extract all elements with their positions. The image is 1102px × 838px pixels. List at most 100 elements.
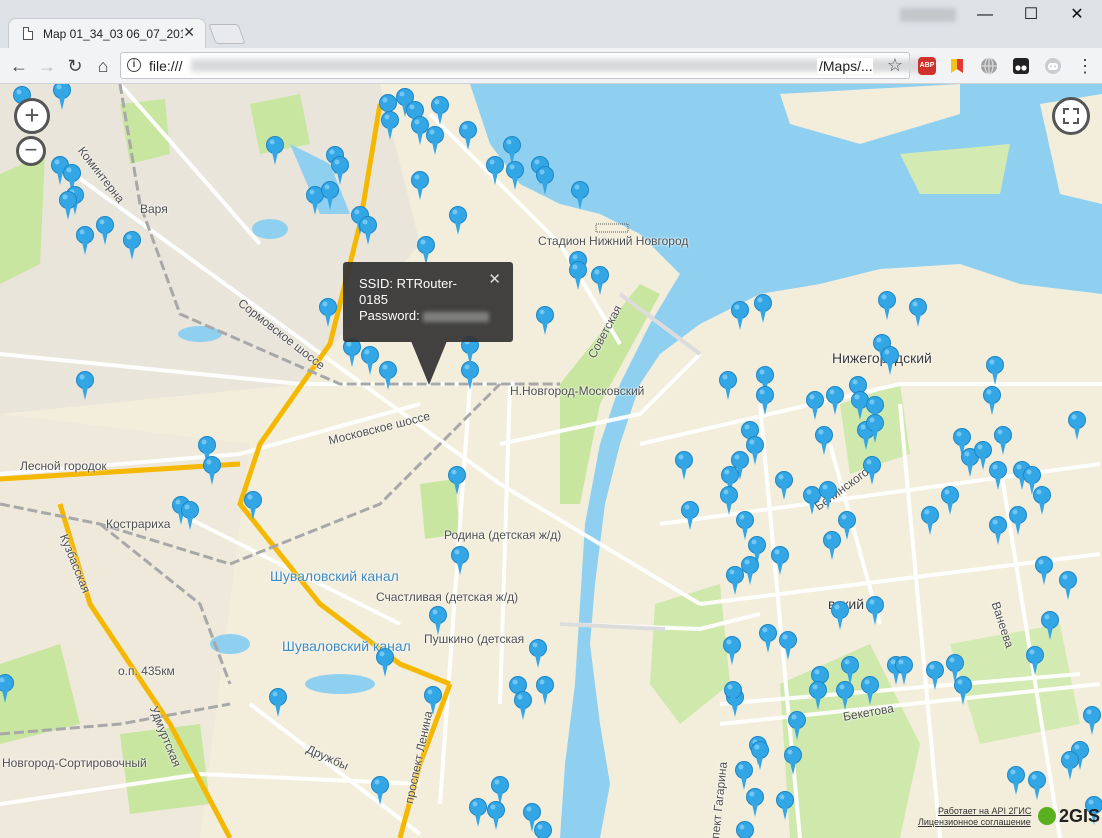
wifi-marker-pin-icon[interactable] xyxy=(986,356,1004,386)
wifi-marker-pin-icon[interactable] xyxy=(449,206,467,236)
wifi-marker-pin-icon[interactable] xyxy=(779,631,797,661)
wifi-marker-pin-icon[interactable] xyxy=(123,231,141,261)
wifi-marker-pin-icon[interactable] xyxy=(76,226,94,256)
info-icon[interactable]: i xyxy=(127,58,141,72)
map-canvas[interactable]: Коминтерна Варя Стадион Нижний Новгород … xyxy=(0,84,1102,838)
wifi-marker-pin-icon[interactable] xyxy=(1035,556,1053,586)
wifi-marker-pin-icon[interactable] xyxy=(411,171,429,201)
wifi-marker-pin-icon[interactable] xyxy=(806,391,824,421)
wifi-marker-pin-icon[interactable] xyxy=(989,461,1007,491)
wifi-marker-pin-icon[interactable] xyxy=(529,639,547,669)
wifi-marker-pin-icon[interactable] xyxy=(321,181,339,211)
attribution-api-link[interactable]: Работает на API 2ГИС xyxy=(938,806,1031,816)
back-button[interactable]: ← xyxy=(6,53,32,79)
wifi-marker-pin-icon[interactable] xyxy=(1061,751,1079,781)
wifi-marker-pin-icon[interactable] xyxy=(591,266,609,296)
wifi-marker-pin-icon[interactable] xyxy=(775,471,793,501)
wifi-marker-pin-icon[interactable] xyxy=(569,261,587,291)
wifi-marker-pin-icon[interactable] xyxy=(675,451,693,481)
wifi-marker-pin-icon[interactable] xyxy=(361,346,379,376)
wifi-marker-pin-icon[interactable] xyxy=(376,648,394,678)
wifi-marker-pin-icon[interactable] xyxy=(726,566,744,596)
wifi-marker-pin-icon[interactable] xyxy=(831,601,849,631)
wifi-marker-pin-icon[interactable] xyxy=(895,656,913,686)
discord-icon[interactable] xyxy=(1044,57,1062,75)
wifi-marker-pin-icon[interactable] xyxy=(514,691,532,721)
zoom-in-button[interactable]: + xyxy=(14,98,50,134)
zoom-out-button[interactable]: − xyxy=(16,136,46,166)
wifi-marker-pin-icon[interactable] xyxy=(1041,611,1059,641)
new-tab-button[interactable] xyxy=(208,24,246,44)
wifi-marker-pin-icon[interactable] xyxy=(371,776,389,806)
reload-button[interactable]: ↻ xyxy=(62,53,88,79)
globe-icon[interactable] xyxy=(980,57,998,75)
address-bar[interactable]: i file:/// /Maps/... ☆ xyxy=(120,52,931,79)
wifi-marker-pin-icon[interactable] xyxy=(244,491,262,521)
wifi-marker-pin-icon[interactable] xyxy=(866,596,884,626)
wifi-marker-pin-icon[interactable] xyxy=(736,821,754,838)
wifi-marker-pin-icon[interactable] xyxy=(826,386,844,416)
wifi-marker-pin-icon[interactable] xyxy=(866,414,884,444)
wifi-marker-pin-icon[interactable] xyxy=(863,456,881,486)
wifi-marker-pin-icon[interactable] xyxy=(426,126,444,156)
maximize-button[interactable]: ☐ xyxy=(1008,0,1054,30)
wifi-marker-pin-icon[interactable] xyxy=(424,686,442,716)
wifi-marker-pin-icon[interactable] xyxy=(1026,646,1044,676)
wifi-marker-pin-icon[interactable] xyxy=(994,426,1012,456)
bookmark-flag-icon[interactable] xyxy=(948,57,966,75)
popup-close-icon[interactable]: ✕ xyxy=(488,272,501,288)
wifi-marker-pin-icon[interactable] xyxy=(506,161,524,191)
tab-close-icon[interactable]: ✕ xyxy=(183,24,195,41)
wifi-marker-pin-icon[interactable] xyxy=(1007,766,1025,796)
wifi-marker-pin-icon[interactable] xyxy=(771,546,789,576)
wifi-marker-pin-icon[interactable] xyxy=(0,674,14,704)
wifi-marker-pin-icon[interactable] xyxy=(571,181,589,211)
wifi-marker-pin-icon[interactable] xyxy=(451,546,469,576)
wifi-marker-pin-icon[interactable] xyxy=(181,501,199,531)
wifi-marker-pin-icon[interactable] xyxy=(719,371,737,401)
wifi-marker-pin-icon[interactable] xyxy=(926,661,944,691)
wifi-marker-pin-icon[interactable] xyxy=(487,801,505,831)
wifi-marker-pin-icon[interactable] xyxy=(1068,411,1086,441)
wifi-marker-pin-icon[interactable] xyxy=(76,371,94,401)
wifi-marker-pin-icon[interactable] xyxy=(96,216,114,246)
wifi-marker-pin-icon[interactable] xyxy=(823,531,841,561)
wifi-marker-pin-icon[interactable] xyxy=(746,788,764,818)
wifi-marker-pin-icon[interactable] xyxy=(881,346,899,376)
wifi-marker-pin-icon[interactable] xyxy=(819,481,837,511)
wifi-marker-pin-icon[interactable] xyxy=(1009,506,1027,536)
wifi-marker-pin-icon[interactable] xyxy=(469,798,487,828)
wifi-marker-pin-icon[interactable] xyxy=(486,156,504,186)
wifi-marker-pin-icon[interactable] xyxy=(429,606,447,636)
close-window-button[interactable]: ✕ xyxy=(1054,0,1100,30)
minimize-button[interactable]: — xyxy=(962,0,1008,30)
wifi-marker-pin-icon[interactable] xyxy=(909,298,927,328)
wifi-marker-pin-icon[interactable] xyxy=(921,506,939,536)
license-link[interactable]: Лицензионное соглашение xyxy=(918,817,1031,827)
wifi-marker-pin-icon[interactable] xyxy=(359,216,377,246)
wifi-marker-pin-icon[interactable] xyxy=(723,636,741,666)
wifi-marker-pin-icon[interactable] xyxy=(809,681,827,711)
wifi-marker-pin-icon[interactable] xyxy=(381,111,399,141)
wifi-marker-pin-icon[interactable] xyxy=(954,676,972,706)
wifi-marker-pin-icon[interactable] xyxy=(534,821,552,838)
wifi-marker-pin-icon[interactable] xyxy=(343,338,361,368)
wifi-marker-pin-icon[interactable] xyxy=(878,291,896,321)
wifi-marker-pin-icon[interactable] xyxy=(536,306,554,336)
wifi-marker-pin-icon[interactable] xyxy=(724,681,742,711)
wifi-marker-pin-icon[interactable] xyxy=(861,676,879,706)
bookmark-star-icon[interactable]: ☆ xyxy=(887,55,903,76)
wifi-marker-pin-icon[interactable] xyxy=(941,486,959,516)
wifi-marker-pin-icon[interactable] xyxy=(379,361,397,391)
wifi-marker-pin-icon[interactable] xyxy=(815,426,833,456)
wifi-marker-pin-icon[interactable] xyxy=(983,386,1001,416)
wifi-marker-pin-icon[interactable] xyxy=(735,761,753,791)
wifi-marker-pin-icon[interactable] xyxy=(1028,771,1046,801)
wifi-marker-pin-icon[interactable] xyxy=(754,294,772,324)
home-button[interactable]: ⌂ xyxy=(90,53,116,79)
profile-name[interactable] xyxy=(900,8,956,22)
wifi-marker-pin-icon[interactable] xyxy=(269,688,287,718)
wifi-marker-pin-icon[interactable] xyxy=(319,298,337,328)
wifi-marker-pin-icon[interactable] xyxy=(59,191,77,221)
wifi-marker-pin-icon[interactable] xyxy=(989,516,1007,546)
